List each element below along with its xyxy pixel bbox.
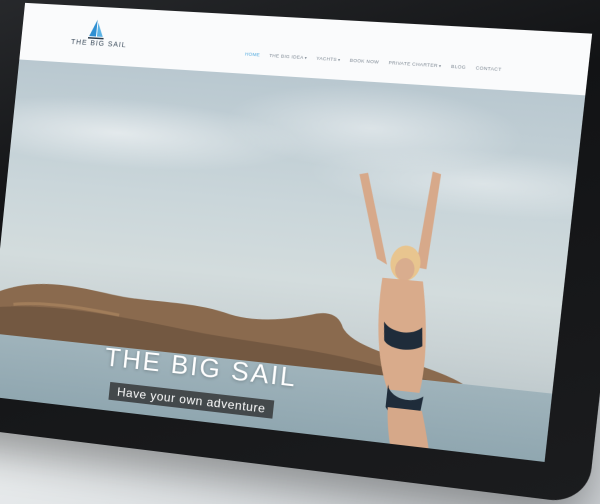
menu-item-label: THE BIG IDEA — [268, 52, 304, 61]
menu-item-contact[interactable]: CONTACT — [475, 65, 501, 72]
menu-item-yachts[interactable]: YACHTS▾ — [316, 56, 341, 63]
menu-item-the-big-idea[interactable]: THE BIG IDEA▾ — [269, 53, 307, 60]
menu-item-home[interactable]: HOME — [245, 51, 261, 57]
jumping-woman-image — [350, 170, 442, 462]
website-screen: THE BIG SAIL HOME THE BIG IDEA▾ YACHTS▾ … — [0, 2, 593, 462]
chevron-left-icon[interactable]: ‹ — [27, 399, 34, 417]
chevron-down-icon: ▾ — [304, 55, 308, 61]
menu-item-blog[interactable]: BLOG — [451, 64, 466, 70]
chevron-down-icon: ▾ — [438, 63, 442, 69]
site-logo[interactable]: THE BIG SAIL — [71, 17, 132, 50]
menu-item-label: PRIVATE CHARTER — [388, 60, 439, 69]
laptop-bezel: THE BIG SAIL HOME THE BIG IDEA▾ YACHTS▾ … — [0, 0, 600, 504]
main-menu: HOME THE BIG IDEA▾ YACHTS▾ BOOK NOW PRIV… — [245, 51, 502, 72]
menu-item-label: BOOK NOW — [349, 57, 380, 65]
menu-item-label: YACHTS — [316, 55, 338, 63]
chevron-down-icon: ▾ — [337, 57, 341, 63]
logo-text: THE BIG SAIL — [70, 39, 127, 50]
sail-logo-icon — [88, 19, 105, 40]
menu-item-label: HOME — [244, 51, 261, 58]
menu-item-label: BLOG — [450, 63, 467, 70]
menu-item-book-now[interactable]: BOOK NOW — [350, 58, 380, 65]
hero-slider: THE BIG SAIL Have your own adventure ‹ — [0, 59, 586, 462]
menu-item-private-charter[interactable]: PRIVATE CHARTER▾ — [388, 60, 441, 68]
menu-item-label: CONTACT — [475, 65, 502, 73]
